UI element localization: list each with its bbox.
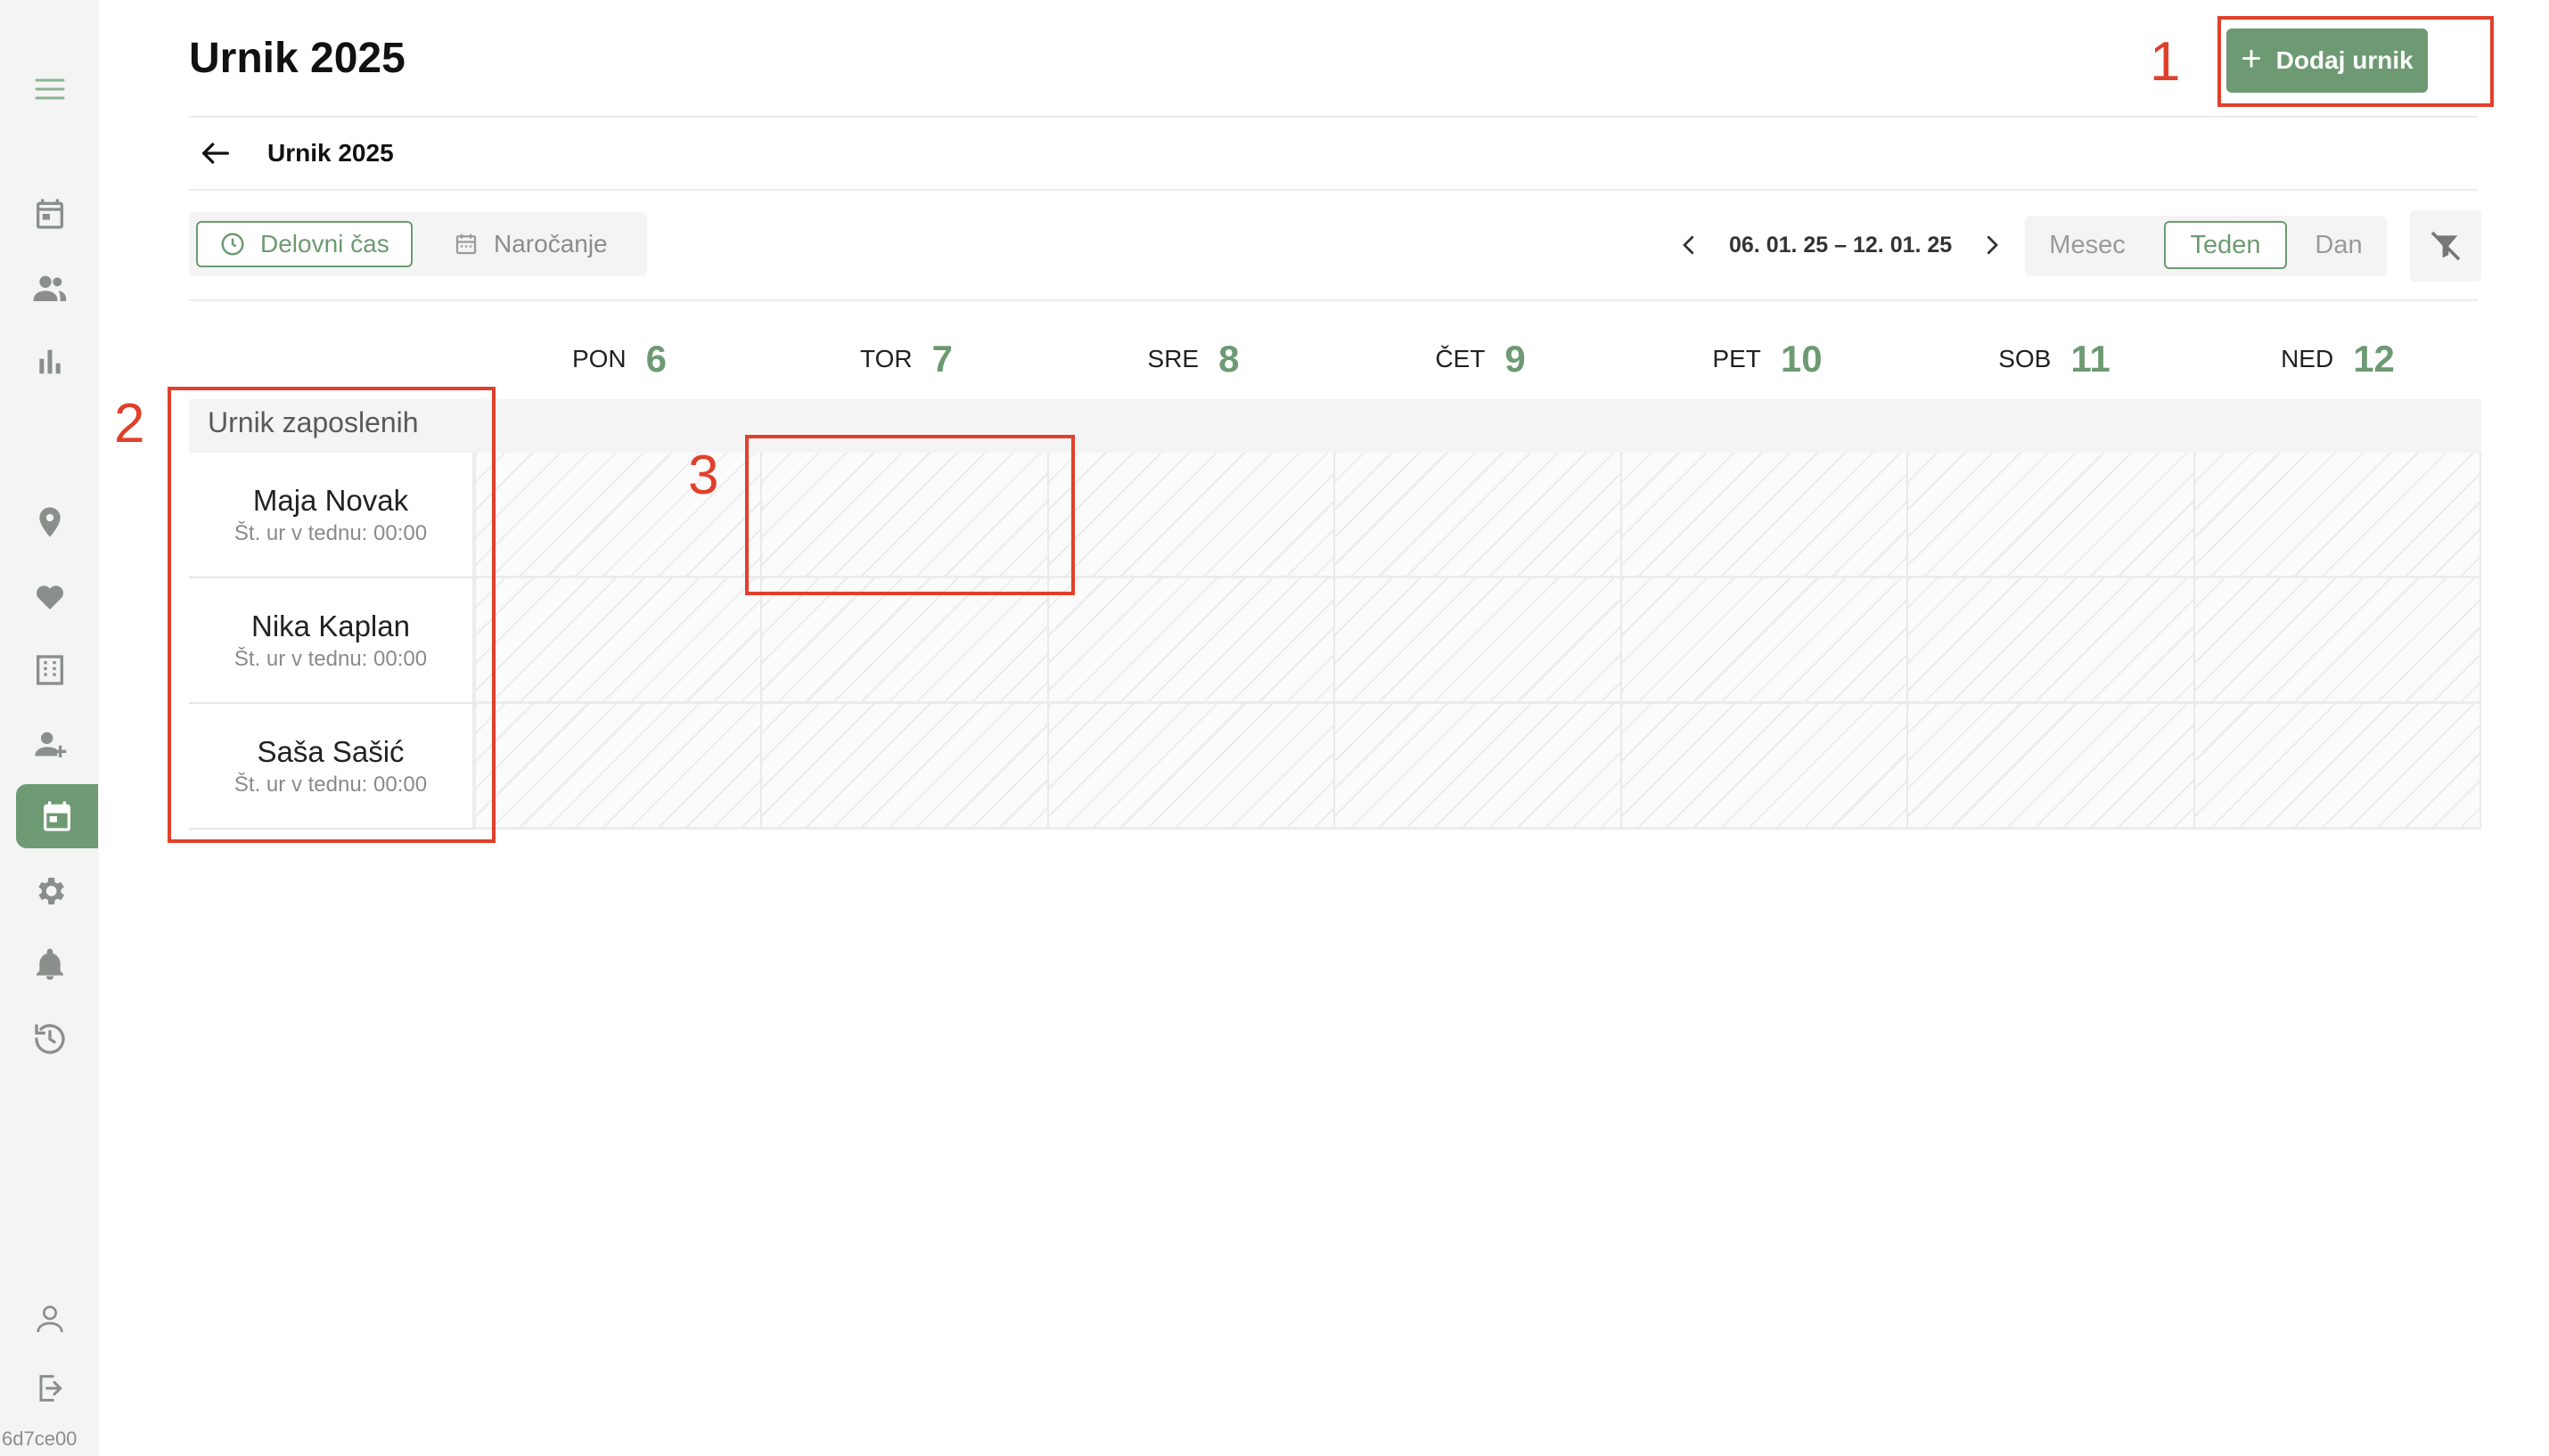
page-title: Urnik 2025 — [189, 35, 406, 82]
schedule-cell[interactable] — [2194, 578, 2481, 704]
app-root: 6d7ce00 Urnik 2025 + Dodaj urnik Urnik 2… — [0, 0, 2549, 1456]
annotation-number: 3 — [688, 445, 719, 506]
day-number: 8 — [1218, 338, 1240, 380]
view-month[interactable]: Mesec — [2034, 221, 2141, 269]
schedule-cell[interactable] — [2194, 704, 2481, 830]
day-name: SOB — [1998, 345, 2052, 372]
annotation-number: 2 — [114, 393, 145, 454]
schedule-cell[interactable] — [476, 453, 763, 578]
build-version: 6d7ce00 — [2, 1427, 78, 1450]
schedule-cell[interactable] — [476, 578, 763, 704]
settings-icon[interactable] — [18, 864, 82, 918]
filter-off-button[interactable] — [2410, 210, 2481, 282]
day-header: TOR 7 — [763, 330, 1050, 389]
day-header: SOB 11 — [1911, 330, 2198, 389]
day-name: TOR — [860, 345, 913, 372]
tab-booking[interactable]: Naročanje — [431, 221, 629, 267]
schedule-cell[interactable] — [1335, 704, 1622, 830]
tab-working-hours[interactable]: Delovni čas — [196, 221, 413, 267]
day-header: ČET 9 — [1337, 330, 1624, 389]
schedule-cell[interactable] — [1908, 453, 2195, 578]
day-number: 7 — [931, 338, 953, 380]
day-number: 6 — [645, 338, 668, 380]
filter-off-icon — [2430, 231, 2461, 261]
add-user-icon[interactable] — [18, 717, 82, 771]
history-icon[interactable] — [18, 1012, 82, 1066]
day-name: NED — [2281, 345, 2334, 372]
clock-icon — [221, 233, 244, 256]
day-number: 11 — [2070, 338, 2111, 380]
users-icon[interactable] — [18, 261, 82, 315]
chevron-left-icon[interactable] — [1676, 232, 1702, 258]
location-icon[interactable] — [18, 495, 82, 549]
annotation-number: 1 — [2150, 31, 2181, 93]
tab-booking-label: Naročanje — [494, 230, 608, 258]
divider — [189, 116, 2478, 118]
day-header: PON 6 — [476, 330, 763, 389]
calendar-icon[interactable] — [18, 187, 82, 241]
view-day[interactable]: Dan — [2301, 221, 2376, 269]
bar-chart-icon[interactable] — [18, 335, 82, 389]
back-arrow-icon[interactable] — [198, 135, 234, 171]
schedule-cell[interactable] — [1621, 578, 1909, 704]
schedule-cell[interactable] — [1048, 704, 1336, 830]
breadcrumb: Urnik 2025 — [267, 139, 394, 167]
day-number: 12 — [2353, 338, 2395, 380]
mode-tabs: Delovni čas Naročanje — [189, 212, 647, 276]
day-number: 10 — [1780, 338, 1823, 380]
annotation-box — [745, 435, 1075, 595]
menu-icon[interactable] — [18, 62, 82, 116]
heart-hand-icon[interactable] — [18, 569, 82, 623]
tab-working-hours-label: Delovni čas — [260, 230, 389, 258]
schedule-cell[interactable] — [762, 578, 1049, 704]
annotation-box — [2217, 16, 2494, 107]
schedule-cell[interactable] — [476, 704, 763, 830]
logout-icon[interactable] — [18, 1362, 82, 1415]
day-header: NED 12 — [2194, 330, 2481, 389]
bell-icon[interactable] — [18, 938, 82, 992]
day-name: PET — [1712, 345, 1761, 372]
divider — [189, 189, 2478, 191]
schedule-cell[interactable] — [1908, 704, 2195, 830]
section-bar — [189, 399, 2481, 453]
day-header: SRE 8 — [1050, 330, 1337, 389]
day-name: PON — [571, 345, 627, 372]
schedule-cell[interactable] — [1908, 578, 2195, 704]
schedule-cell[interactable] — [1335, 578, 1622, 704]
divider — [189, 299, 2478, 301]
annotation-box — [168, 387, 496, 843]
schedule-icon[interactable] — [16, 784, 98, 848]
schedule-cell[interactable] — [1335, 453, 1622, 578]
day-number: 9 — [1504, 338, 1526, 380]
calendar-small-icon — [455, 233, 477, 255]
chevron-right-icon[interactable] — [1979, 232, 2005, 258]
view-week[interactable]: Teden — [2164, 221, 2287, 269]
schedule-cell[interactable] — [1048, 578, 1336, 704]
sidebar: 6d7ce00 — [0, 0, 99, 1456]
schedule-cell[interactable] — [2194, 453, 2481, 578]
date-range: 06. 01. 25 – 12. 01. 25 — [1729, 232, 1953, 258]
day-header: PET 10 — [1624, 330, 1911, 389]
profile-icon[interactable] — [18, 1292, 82, 1346]
view-switcher: Mesec Teden Dan — [2025, 216, 2387, 276]
schedule-cell[interactable] — [1621, 453, 1909, 578]
building-icon[interactable] — [18, 643, 82, 697]
schedule-cell[interactable] — [762, 704, 1049, 830]
day-name: SRE — [1147, 345, 1200, 372]
day-name: ČET — [1435, 345, 1486, 372]
schedule-cell[interactable] — [1621, 704, 1909, 830]
date-navigation: 06. 01. 25 – 12. 01. 25 — [1676, 223, 2005, 267]
schedule-cell[interactable] — [1048, 453, 1336, 578]
